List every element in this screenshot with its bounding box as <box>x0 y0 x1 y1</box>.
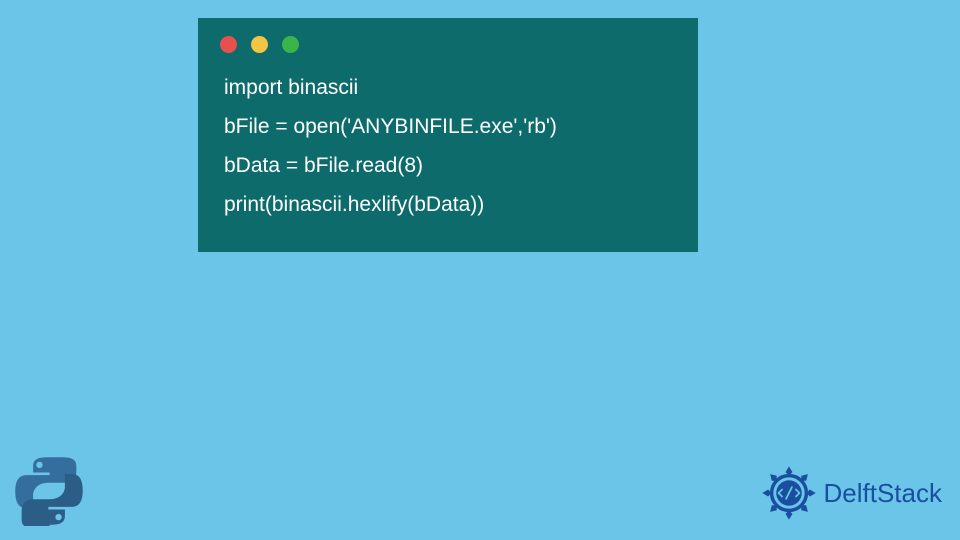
minimize-icon <box>251 36 268 53</box>
code-line: import binascii <box>224 69 672 108</box>
brand-name: DelftStack <box>824 478 943 509</box>
code-window: import binascii bFile = open('ANYBINFILE… <box>198 18 698 252</box>
delftstack-icon <box>760 464 818 522</box>
code-body: import binascii bFile = open('ANYBINFILE… <box>198 65 698 228</box>
window-title-bar <box>198 18 698 65</box>
maximize-icon <box>282 36 299 53</box>
code-line: bFile = open('ANYBINFILE.exe','rb') <box>224 108 672 147</box>
close-icon <box>220 36 237 53</box>
code-line: print(binascii.hexlify(bData)) <box>224 186 672 225</box>
python-logo-icon <box>14 456 84 526</box>
brand-logo: DelftStack <box>760 464 943 522</box>
code-line: bData = bFile.read(8) <box>224 147 672 186</box>
